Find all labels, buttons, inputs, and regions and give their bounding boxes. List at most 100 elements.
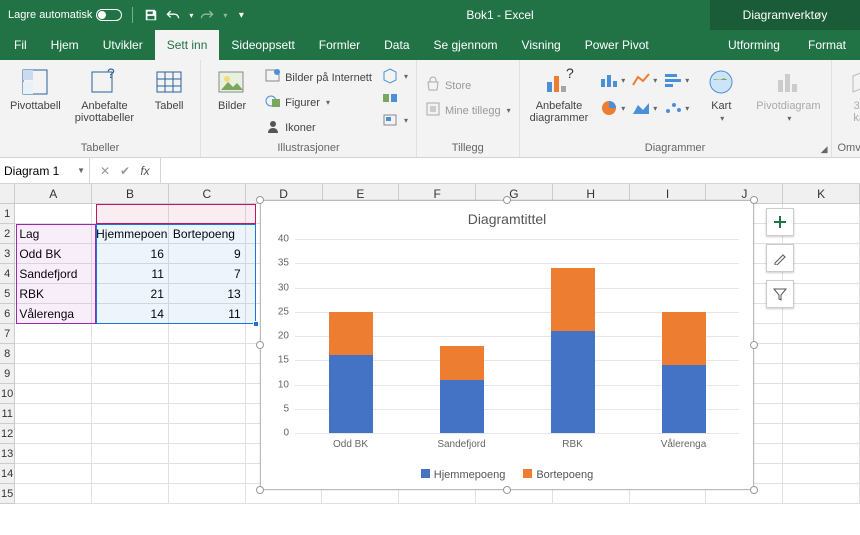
cell[interactable]: 21 [92, 284, 169, 304]
col-header[interactable]: B [92, 184, 169, 203]
fx-icon[interactable]: fx [136, 164, 154, 178]
tab-data[interactable]: Data [372, 30, 421, 60]
row-header[interactable]: 14 [0, 464, 15, 484]
tab-hjem[interactable]: Hjem [39, 30, 91, 60]
row-header[interactable]: 5 [0, 284, 15, 304]
online-pictures-button[interactable]: Bilder på Internett [263, 66, 374, 89]
cell[interactable] [15, 204, 92, 224]
cell[interactable]: 9 [169, 244, 246, 264]
cell[interactable] [783, 464, 860, 484]
chart-handle[interactable] [256, 341, 264, 349]
row-header[interactable]: 15 [0, 484, 15, 504]
cell[interactable] [92, 464, 169, 484]
cell[interactable]: 11 [92, 264, 169, 284]
table-button[interactable]: Tabell [144, 62, 194, 112]
cell[interactable] [783, 404, 860, 424]
icons-button[interactable]: Ikoner [263, 116, 374, 139]
tab-sideoppsett[interactable]: Sideoppsett [219, 30, 306, 60]
chart-handle[interactable] [750, 341, 758, 349]
row-header[interactable]: 4 [0, 264, 15, 284]
chart-type-column[interactable]: ▾ [598, 68, 626, 92]
cell[interactable] [92, 324, 169, 344]
cell[interactable]: RBK [15, 284, 92, 304]
tab-formler[interactable]: Formler [307, 30, 372, 60]
chart-handle[interactable] [256, 486, 264, 494]
cell[interactable] [169, 344, 246, 364]
redo-icon[interactable] [199, 7, 215, 23]
cell[interactable] [15, 404, 92, 424]
chart-elements-button[interactable] [766, 208, 794, 236]
chart-filter-button[interactable] [766, 280, 794, 308]
autosave-switch[interactable] [96, 9, 122, 21]
cell[interactable] [169, 484, 246, 504]
pivottable-button[interactable]: Pivottabell [6, 62, 65, 112]
cell[interactable]: Odd BK [15, 244, 92, 264]
select-all-corner[interactable] [0, 184, 15, 203]
cell[interactable] [169, 444, 246, 464]
cell[interactable] [92, 404, 169, 424]
redo-dropdown[interactable]: ▾ [223, 11, 227, 20]
row-header[interactable]: 7 [0, 324, 15, 344]
chart-handle[interactable] [750, 196, 758, 204]
chart-handle[interactable] [503, 196, 511, 204]
cell[interactable]: Lag [15, 224, 92, 244]
chart-type-line[interactable]: ▾ [630, 68, 658, 92]
row-header[interactable]: 1 [0, 204, 15, 224]
bar-segment-borte[interactable] [329, 312, 373, 356]
cell[interactable] [15, 344, 92, 364]
row-header[interactable]: 3 [0, 244, 15, 264]
save-icon[interactable] [143, 7, 159, 23]
row-header[interactable]: 10 [0, 384, 15, 404]
diagrammer-launcher[interactable]: ◢ [821, 144, 828, 155]
cell[interactable] [169, 384, 246, 404]
cell[interactable] [783, 284, 860, 304]
cell[interactable]: 13 [169, 284, 246, 304]
pictures-button[interactable]: Bilder [207, 62, 257, 112]
cell[interactable] [169, 404, 246, 424]
cell[interactable] [783, 244, 860, 264]
col-header[interactable]: A [15, 184, 92, 203]
cell[interactable] [783, 344, 860, 364]
formula-input[interactable] [160, 158, 860, 183]
tab-se-gjennom[interactable]: Se gjennom [422, 30, 510, 60]
chart-title[interactable]: Diagramtittel [261, 201, 753, 231]
cell[interactable]: Sandefjord [15, 264, 92, 284]
tab-utforming[interactable]: Utforming [714, 30, 794, 60]
cell[interactable]: Hjemmepoeng [92, 224, 169, 244]
cell[interactable] [92, 444, 169, 464]
bar-segment-hjemme[interactable] [662, 365, 706, 433]
recommended-pivot-button[interactable]: ? Anbefalte pivottabeller [71, 62, 138, 124]
row-header[interactable]: 8 [0, 344, 15, 364]
cell[interactable]: 14 [92, 304, 169, 324]
col-header[interactable]: K [783, 184, 860, 203]
chart-plot-area[interactable]: 0510152025303540Odd BKSandefjordRBKVåler… [295, 239, 739, 433]
tab-sett-inn[interactable]: Sett inn [155, 30, 220, 60]
autosave-toggle[interactable]: Lagre automatisk [8, 9, 122, 21]
smartart-button[interactable] [380, 88, 410, 108]
name-box[interactable]: Diagram 1 ▼ [0, 158, 90, 183]
cell[interactable] [15, 484, 92, 504]
row-header[interactable]: 9 [0, 364, 15, 384]
cell[interactable] [783, 204, 860, 224]
worksheet-grid[interactable]: A B C D E F G H I J K 12LagHjemmepoengBo… [0, 184, 860, 535]
row-header[interactable]: 2 [0, 224, 15, 244]
cell[interactable] [783, 424, 860, 444]
chart-legend[interactable]: Hjemmepoeng Bortepoeng [261, 469, 753, 481]
cell[interactable]: 16 [92, 244, 169, 264]
chart-styles-button[interactable] [766, 244, 794, 272]
cell[interactable] [783, 484, 860, 504]
cell[interactable]: 7 [169, 264, 246, 284]
my-addins-button[interactable]: Mine tillegg▾ [423, 99, 513, 122]
cell[interactable]: Vålerenga [15, 304, 92, 324]
3dmap-button[interactable]: 3D- kart▾ [838, 62, 860, 135]
cell[interactable] [15, 324, 92, 344]
row-header[interactable]: 6 [0, 304, 15, 324]
name-box-dropdown[interactable]: ▼ [77, 166, 85, 175]
cell[interactable] [169, 464, 246, 484]
cell[interactable]: 11 [169, 304, 246, 324]
chart-object[interactable]: Diagramtittel 0510152025303540Odd BKSand… [260, 200, 754, 490]
cell[interactable] [783, 444, 860, 464]
cell[interactable] [92, 384, 169, 404]
bar-segment-hjemme[interactable] [551, 331, 595, 433]
cell[interactable] [92, 484, 169, 504]
